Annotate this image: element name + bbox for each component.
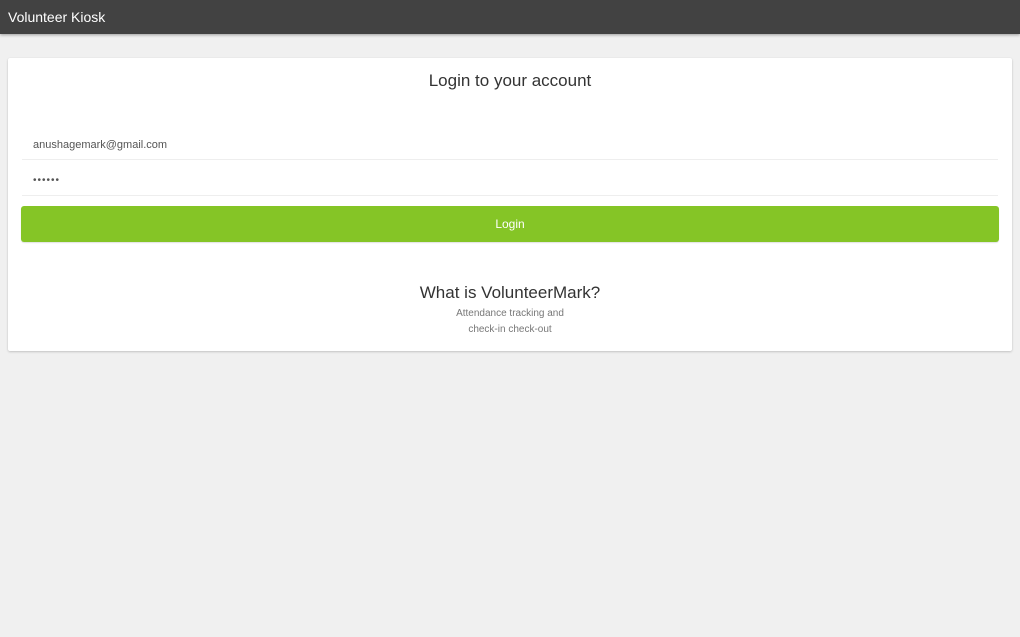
about-description-line-2: check-in check-out bbox=[468, 324, 552, 335]
about-title: What is VolunteerMark? bbox=[419, 283, 601, 302]
email-field[interactable] bbox=[22, 130, 998, 160]
about-description-line-1: Attendance tracking and bbox=[456, 308, 564, 319]
login-button[interactable]: Login bbox=[21, 206, 999, 242]
app-bar: Volunteer Kiosk bbox=[0, 0, 1020, 34]
login-title: Login to your account bbox=[428, 71, 592, 90]
password-field[interactable] bbox=[22, 166, 998, 196]
app-title: Volunteer Kiosk bbox=[8, 9, 106, 25]
